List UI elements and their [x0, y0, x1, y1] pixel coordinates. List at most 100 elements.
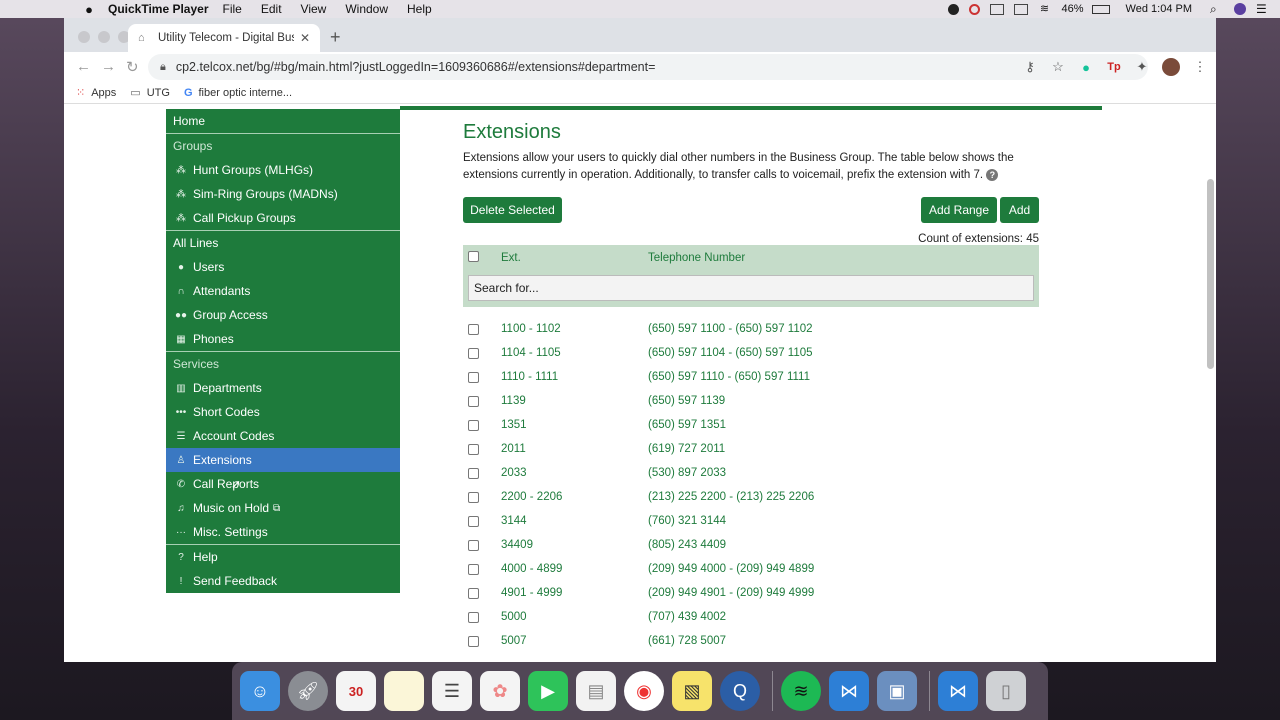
preview-icon[interactable]: ▤ — [576, 671, 616, 711]
table-row[interactable]: 5000 (707) 439 4002 — [463, 607, 1039, 631]
menu-window[interactable]: Window — [345, 2, 388, 16]
row-extension[interactable]: 5007 — [501, 635, 527, 647]
sidebar-item-send-feedback[interactable]: ! Send Feedback — [166, 569, 400, 593]
kebab-menu-icon[interactable]: ⋮ — [1192, 59, 1208, 75]
zoom-app-icon[interactable]: ⋈ — [829, 671, 869, 711]
calendar-icon[interactable]: 30 — [336, 671, 376, 711]
facetime-icon[interactable]: ▶ — [528, 671, 568, 711]
table-row[interactable]: 2200 - 2206 (213) 225 2200 - (213) 225 22… — [463, 487, 1039, 511]
sidebar-item-group-access[interactable]: ●● Group Access — [166, 303, 400, 327]
spotlight-search-icon[interactable]: ⌕ — [1210, 3, 1224, 15]
sidebar-item-home[interactable]: Home — [166, 109, 400, 133]
row-extension[interactable]: 2033 — [501, 467, 527, 479]
table-row[interactable]: 3144 (760) 321 3144 — [463, 511, 1039, 535]
row-checkbox[interactable] — [468, 516, 479, 527]
sidebar-item-hunt-groups[interactable]: ⁂ Hunt Groups (MLHGs) — [166, 158, 400, 182]
reminders-icon[interactable]: ☰ — [432, 671, 472, 711]
page-scrollbar[interactable] — [1207, 179, 1214, 369]
row-checkbox[interactable] — [468, 612, 479, 623]
row-checkbox[interactable] — [468, 540, 479, 551]
row-checkbox[interactable] — [468, 468, 479, 479]
image-capture-icon[interactable]: ▣ — [877, 671, 917, 711]
grammarly-icon[interactable]: ● — [1078, 60, 1094, 75]
table-row[interactable]: 1110 - 1111 (650) 597 1110 - (650) 597 11… — [463, 367, 1039, 391]
delete-selected-button[interactable]: Delete Selected — [463, 197, 562, 223]
record-icon[interactable] — [947, 3, 959, 15]
table-row[interactable]: 4901 - 4999 (209) 949 4901 - (209) 949 49… — [463, 583, 1039, 607]
sidebar-item-all-lines[interactable]: All Lines — [166, 231, 400, 255]
column-header-ext[interactable]: Ext. — [501, 252, 521, 264]
sidebar-item-short-codes[interactable]: ••• Short Codes — [166, 400, 400, 424]
bookmark-utg[interactable]: ▭ UTG — [130, 86, 170, 100]
column-header-telephone[interactable]: Telephone Number — [648, 252, 745, 264]
row-extension[interactable]: 1139 — [501, 395, 526, 407]
sidebar-item-account-codes[interactable]: ☰ Account Codes — [166, 424, 400, 448]
battery-icon[interactable] — [1091, 4, 1110, 14]
row-checkbox[interactable] — [468, 564, 479, 575]
row-extension[interactable]: 4000 - 4899 — [501, 563, 562, 575]
row-extension[interactable]: 2011 — [501, 443, 526, 455]
row-checkbox[interactable] — [468, 636, 479, 647]
trash-icon[interactable]: ▯ — [986, 671, 1026, 711]
app-name[interactable]: QuickTime Player — [108, 2, 209, 16]
sidebar-item-misc-settings[interactable]: ··· Misc. Settings — [166, 520, 400, 544]
table-row[interactable]: 2033 (530) 897 2033 — [463, 463, 1039, 487]
bookmark-apps[interactable]: ⁙ Apps — [76, 86, 116, 100]
photos-icon[interactable]: ✿ — [480, 671, 520, 711]
help-circle-icon[interactable]: ? — [986, 169, 999, 181]
search-input[interactable]: Search for... — [468, 275, 1034, 301]
reload-icon[interactable]: ↻ — [126, 58, 139, 76]
menu-file[interactable]: File — [223, 2, 242, 16]
launchpad-icon[interactable]: 🚀︎ — [288, 671, 328, 711]
minimize-window-button[interactable] — [98, 31, 110, 43]
wifi-icon[interactable]: ≋ — [1038, 3, 1052, 15]
extension-tp-icon[interactable]: Tp — [1106, 61, 1122, 73]
row-checkbox[interactable] — [468, 324, 479, 335]
close-tab-icon[interactable]: ✕ — [300, 31, 310, 45]
sidebar-item-music-on-hold[interactable]: ♫ Music on Hold ⧉ — [166, 496, 400, 520]
apple-menu-icon[interactable]: ● — [80, 2, 98, 17]
browser-tab-active[interactable]: ⌂ Utility Telecom - Digital Busine ✕ — [128, 24, 320, 52]
downloads-stack-icon[interactable]: ⋈ — [938, 671, 978, 711]
row-extension[interactable]: 5000 — [501, 611, 527, 623]
menubar-clock[interactable]: Wed 1:04 PM — [1126, 3, 1192, 15]
row-extension[interactable]: 1351 — [501, 419, 527, 431]
bookmark-fiber[interactable]: G fiber optic interne... — [184, 87, 292, 99]
table-row[interactable]: 1139 (650) 597 1139 — [463, 391, 1039, 415]
menu-edit[interactable]: Edit — [261, 2, 282, 16]
sidebar-item-phones[interactable]: ▦ Phones — [166, 327, 400, 351]
row-extension[interactable]: 1110 - 1111 — [501, 371, 558, 383]
forward-arrow-icon[interactable]: → — [101, 58, 116, 75]
new-tab-plus-icon[interactable]: + — [330, 27, 341, 48]
sidebar-item-departments[interactable]: ▥ Departments — [166, 376, 400, 400]
row-extension[interactable]: 3144 — [501, 515, 527, 527]
spotify-icon[interactable]: ≋ — [781, 671, 821, 711]
row-extension[interactable]: 4901 - 4999 — [501, 587, 562, 599]
table-row[interactable]: 1104 - 1105 (650) 597 1104 - (650) 597 11… — [463, 343, 1039, 367]
sidebar-item-users[interactable]: ● Users — [166, 255, 400, 279]
row-extension[interactable]: 1100 - 1102 — [501, 323, 561, 335]
display-icon[interactable] — [1013, 3, 1028, 15]
screen-icon[interactable] — [989, 3, 1004, 15]
row-checkbox[interactable] — [468, 348, 479, 359]
row-checkbox[interactable] — [468, 372, 479, 383]
sidebar-item-sim-ring-groups[interactable]: ⁂ Sim-Ring Groups (MADNs) — [166, 182, 400, 206]
table-row[interactable]: 2011 (619) 727 2011 — [463, 439, 1039, 463]
puzzle-extensions-icon[interactable]: ✦ — [1134, 59, 1150, 75]
profile-avatar[interactable] — [1162, 58, 1180, 76]
bookmark-star-icon[interactable]: ☆ — [1050, 59, 1066, 75]
row-extension[interactable]: 1104 - 1105 — [501, 347, 561, 359]
address-bar[interactable]: 🔒︎ cp2.telcox.net/bg/#bg/main.html?justL… — [148, 54, 1148, 80]
table-row[interactable]: 1100 - 1102 (650) 597 1100 - (650) 597 11… — [463, 319, 1039, 343]
add-button[interactable]: Add — [1000, 197, 1039, 223]
table-row[interactable]: 1351 (650) 597 1351 — [463, 415, 1039, 439]
menu-help[interactable]: Help — [407, 2, 432, 16]
sidebar-item-extensions[interactable]: ♙ Extensions — [166, 448, 400, 472]
siri-icon[interactable] — [1234, 3, 1246, 15]
stickies-icon[interactable]: ▧ — [672, 671, 712, 711]
creative-cloud-icon[interactable] — [968, 3, 980, 15]
sidebar-item-attendants[interactable]: ∩ Attendants — [166, 279, 400, 303]
sidebar-item-call-pickup-groups[interactable]: ⁂ Call Pickup Groups — [166, 206, 400, 230]
notes-icon[interactable] — [384, 671, 424, 711]
row-checkbox[interactable] — [468, 588, 479, 599]
